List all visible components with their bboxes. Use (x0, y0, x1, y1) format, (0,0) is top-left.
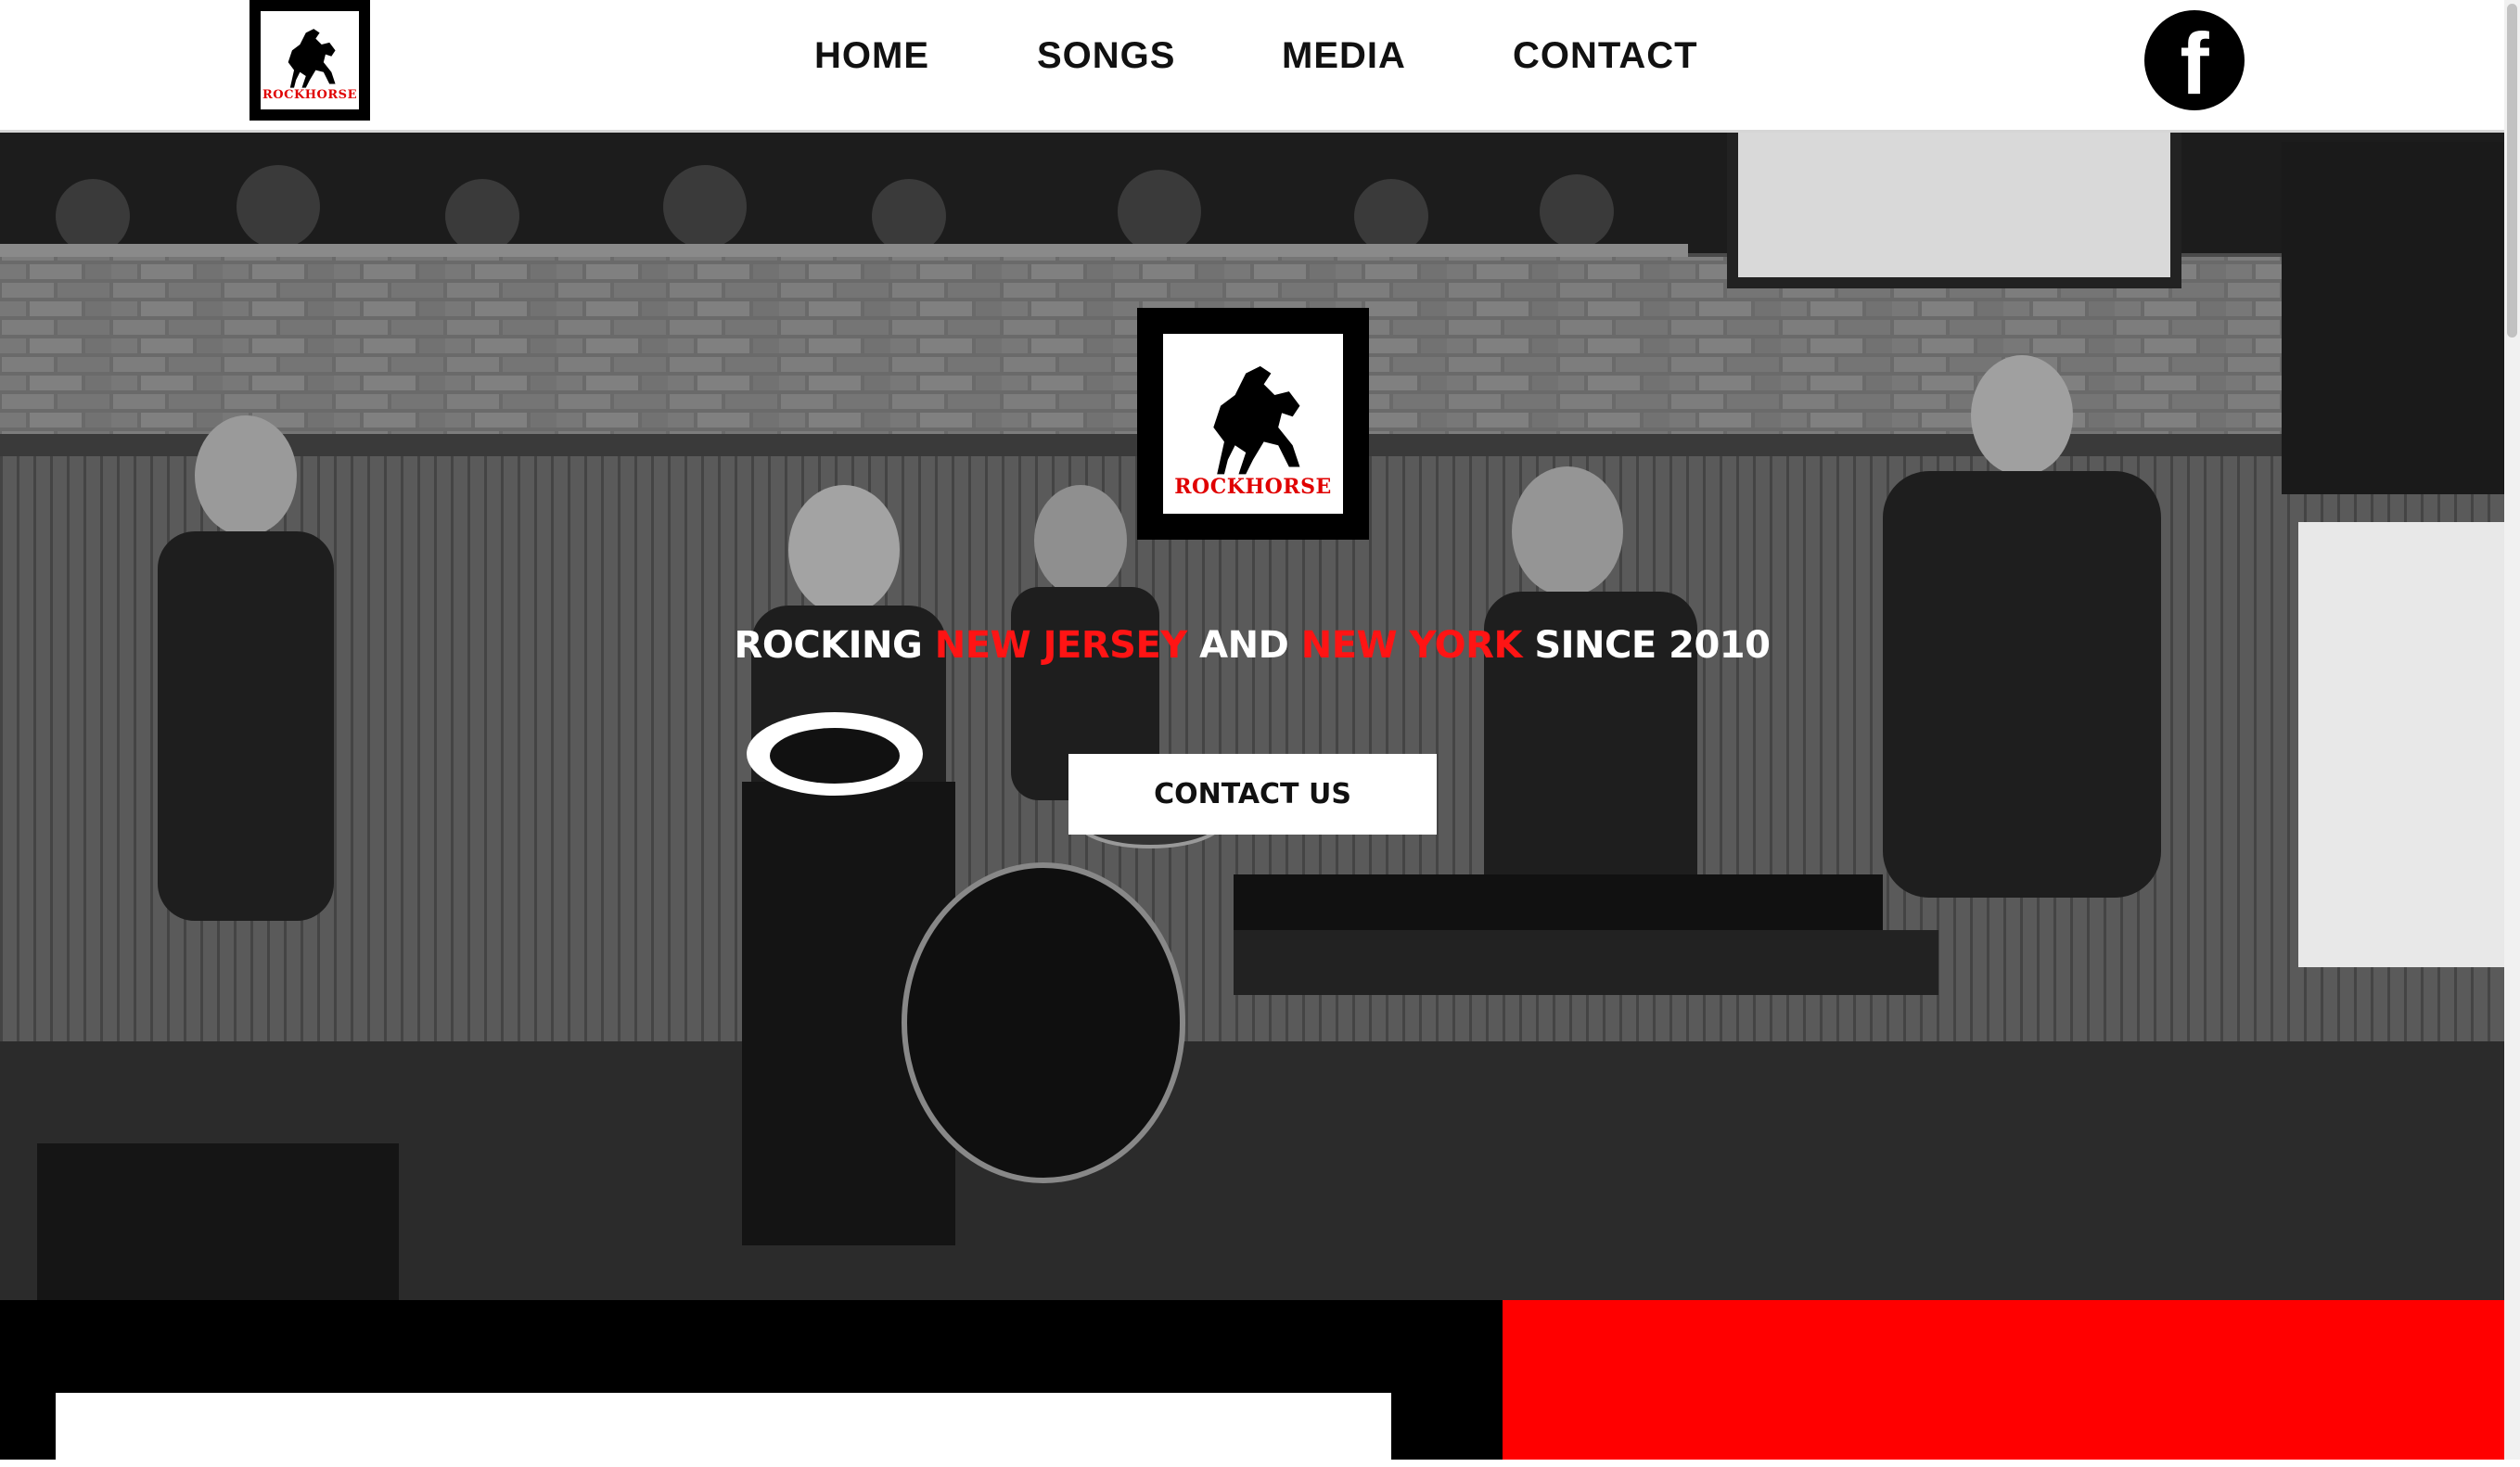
logo-text: ROCKHORSE (262, 87, 357, 102)
scrollbar-thumb[interactable] (2507, 4, 2517, 338)
tagline-part-1: ROCKING (734, 624, 935, 667)
hero-logo: ROCKHORSE (1137, 308, 1369, 540)
page-scrollbar[interactable] (2504, 0, 2520, 1460)
nav-songs[interactable]: SONGS (1037, 35, 1175, 77)
nav-home[interactable]: HOME (814, 35, 929, 77)
hero-logo-text: ROCKHORSE (1174, 475, 1332, 500)
section-black-panel (0, 1300, 1503, 1467)
tagline-part-3: AND (1186, 624, 1301, 667)
hero-tagline: ROCKING NEW JERSEY AND NEW YORK SINCE 20… (0, 624, 2504, 667)
tagline-new-jersey: NEW JERSEY (934, 624, 1187, 667)
tagline-new-york: NEW YORK (1300, 624, 1523, 667)
main-nav: HOME SONGS MEDIA CONTACT (0, 35, 2504, 82)
site-header: ROCKHORSE HOME SONGS MEDIA CONTACT f (0, 0, 2504, 133)
nav-contact[interactable]: CONTACT (1513, 35, 1698, 77)
facebook-glyph: f (2180, 15, 2209, 112)
section-red-panel (1503, 1300, 2504, 1460)
tagline-part-5: SINCE 2010 (1521, 624, 1771, 667)
contact-us-button[interactable]: CONTACT US (1068, 754, 1437, 835)
nav-media[interactable]: MEDIA (1282, 35, 1406, 77)
hero-section: ROCKHORSE ROCKING NEW JERSEY AND NEW YOR… (0, 133, 2504, 1300)
white-card (56, 1393, 1391, 1467)
hero-logo-inner: ROCKHORSE (1163, 334, 1343, 514)
facebook-icon[interactable]: f (2144, 10, 2245, 110)
